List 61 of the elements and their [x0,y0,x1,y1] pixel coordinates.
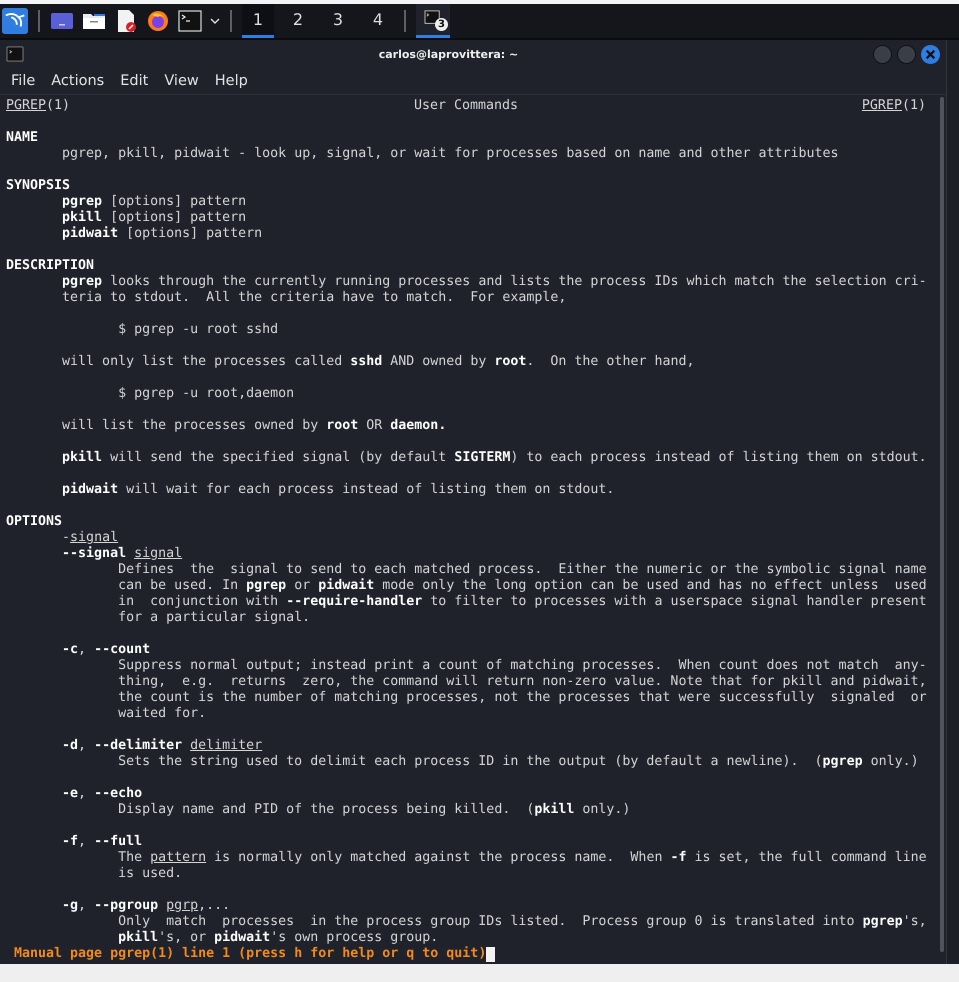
option-description: thing, e.g. returns zero, the command will return non-zero value. Note that for pkill and pidwait, [118,674,927,689]
option-description: for a particular signal. [118,610,310,625]
section-heading: OPTIONS [6,514,62,529]
section-heading: SYNOPSIS [6,178,70,193]
man-text-line: pgrep [options] pattern [62,194,246,209]
man-text-line: teria to stdout. All the criteria have to match. For example, [62,290,566,305]
option-description: can be used. In pgrep or pidwait mode only the long option can be used and has no effect unless used [118,578,927,593]
browser-icon[interactable] [146,9,170,33]
option-name: -e, --echo [62,786,142,801]
workspace-tab[interactable]: 1 [242,4,274,38]
text-cursor [486,946,496,962]
menu-item[interactable]: File [11,73,36,89]
option-name: -signal [62,530,118,545]
option-description: Sets the string used to delimit each process ID in the output (by default a newline). (pgrep only.) [118,754,919,769]
workspace-tab[interactable]: 4 [362,4,394,38]
man-text-line: pgrep looks through the currently running processes and lists the process IDs which match the selection cri- [62,274,927,289]
workspace-tab[interactable]: 3 [322,4,354,38]
section-heading: NAME [6,130,38,145]
man-text-line: will list the processes owned by root OR daemon. [62,418,446,433]
option-description: the count is the number of matching processes, not the processes that were successfully signaled or [118,690,927,705]
option-name: -f, --full [62,834,142,849]
option-name: -d, --delimiter delimiter [62,738,262,753]
command-example: $ pgrep -u root,daemon [118,386,294,401]
option-description: Defines the signal to send to each matched process. Either the numeric or the symbolic signal name [118,562,927,577]
window-title: carlos@laprovittera: ~ [378,48,520,60]
option-description: Suppress normal output; instead print a count of matching processes. When count does not match any- [118,658,927,673]
option-description: Only match processes in the process group IDs listed. Process group 0 is translated into pgrep's, [118,914,927,929]
status-line: Manual page pgrep(1) line 1 (press h for help or q to quit) [14,946,486,962]
menu-item[interactable]: View [164,73,199,89]
option-description: in conjunction with --require-handler to filter to processes with a userspace signal handler present [118,594,927,609]
man-text-line: pidwait [options] pattern [62,226,262,241]
man-text-line: pgrep, pkill, pidwait - look up, signal, or wait for processes based on name and other attributes [62,146,839,161]
option-description: is used. [118,866,182,881]
option-name: --signal signal [62,546,182,561]
terminal-icon [6,46,24,62]
man-text-line: pidwait will wait for each process instead of listing them on stdout. [62,482,614,497]
man-text-line: will only list the processes called sshd AND owned by root. On the other hand, [62,354,694,369]
option-description: Display name and PID of the process being killed. (pkill only.) [118,802,630,817]
option-description: The pattern is normally only matched against the process name. When -f is set, the full command line [118,850,927,865]
dragon-logo-icon[interactable] [2,8,28,34]
option-description: waited for. [118,706,206,721]
section-heading: DESCRIPTION [6,258,94,273]
scrollbar[interactable] [940,97,944,952]
man-text-line: pkill [options] pattern [62,210,246,225]
man-page-section: User Commands [414,98,518,114]
window-count-badge: 3 [435,18,448,31]
option-name: -c, --count [62,642,150,657]
man-page-header: PGREP(1) [862,98,926,114]
workspace-tab[interactable]: 2 [282,4,314,38]
man-text-line: pkill will send the specified signal (by default SIGTERM) to each process instead of listing them on stdout. [62,450,927,465]
menu-item[interactable]: Actions [51,73,104,89]
man-page-header: PGREP(1) [6,98,70,114]
caret-icon[interactable] [210,18,220,24]
terminal-task-button[interactable]: 3 [416,4,450,38]
option-description: pkill's, or pidwait's own process group. [118,930,438,945]
menu-item[interactable]: Help [214,73,248,89]
option-name: -g, --pgroup pgrp,... [62,898,230,913]
menu-item[interactable]: Edit [120,73,148,89]
terminal-icon[interactable] [178,9,202,33]
close-icon[interactable] [921,44,940,64]
command-example: $ pgrep -u root sshd [118,322,278,337]
